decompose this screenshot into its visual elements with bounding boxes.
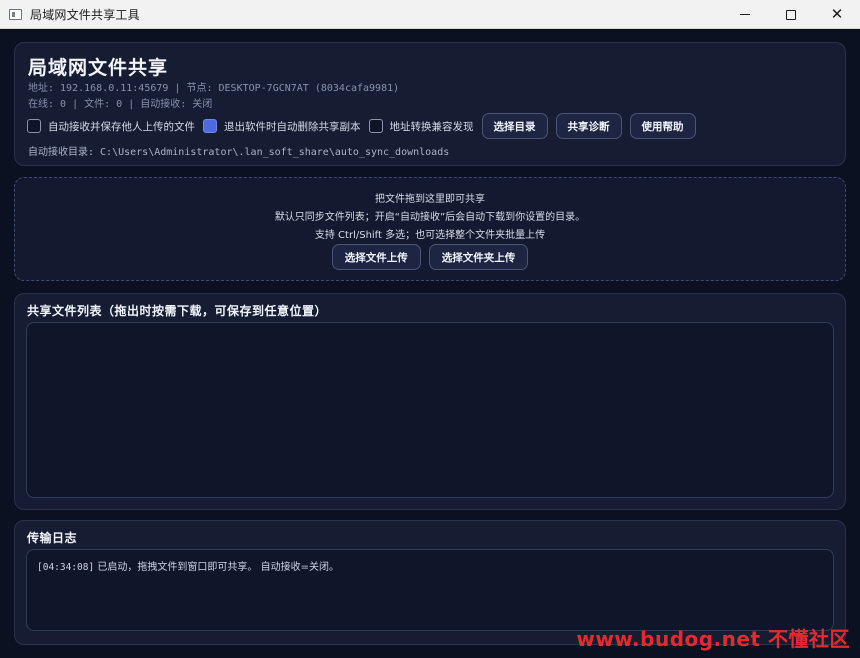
delete-on-exit-checkbox[interactable] xyxy=(203,119,217,133)
header-panel: 局域网文件共享 地址: 192.168.0.11:45679 | 节点: DES… xyxy=(14,42,846,166)
close-icon: ✕ xyxy=(830,5,844,23)
minimize-icon xyxy=(740,14,750,15)
auto-receive-checkbox[interactable] xyxy=(27,119,41,133)
drop-zone-multiselect-hint: 支持 Ctrl/Shift 多选；也可选择整个文件夹批量上传 xyxy=(314,230,546,241)
window-controls: ✕ xyxy=(722,0,860,29)
drop-zone-buttons: 选择文件上传 选择文件夹上传 xyxy=(15,244,845,270)
delete-on-exit-label[interactable]: 退出软件时自动删除共享副本 xyxy=(224,119,361,134)
help-button[interactable]: 使用帮助 xyxy=(629,113,696,139)
log-entry-time: [04:34:08] xyxy=(37,562,95,573)
drop-zone[interactable]: 把文件拖到这里即可共享 默认只同步文件列表；开启“自动接收”后会自动下载到你设置… xyxy=(14,177,846,281)
shared-file-list[interactable] xyxy=(26,322,834,498)
status-line: 在线: 0 | 文件: 0 | 自动接收: 关闭 xyxy=(28,99,213,110)
maximize-button[interactable] xyxy=(768,0,814,29)
window-title: 局域网文件共享工具 xyxy=(30,7,140,22)
share-diagnose-button[interactable]: 共享诊断 xyxy=(555,113,622,139)
window-titlebar[interactable]: 局域网文件共享工具 ✕ xyxy=(0,0,860,29)
drop-zone-hint: 默认只同步文件列表；开启“自动接收”后会自动下载到你设置的目录。 xyxy=(274,212,586,223)
select-dir-button[interactable]: 选择目录 xyxy=(481,113,548,139)
log-entry: [04:34:08] 已启动，拖拽文件到窗口即可共享。 自动接收=关闭。 xyxy=(37,558,339,573)
app-icon xyxy=(9,8,22,20)
minimize-button[interactable] xyxy=(722,0,768,29)
watermark: www.budog.net 不懂社区 xyxy=(576,627,850,651)
upload-file-button[interactable]: 选择文件上传 xyxy=(331,244,421,270)
address-line: 地址: 192.168.0.11:45679 | 节点: DESKTOP-7GC… xyxy=(28,83,400,94)
address-compat-label[interactable]: 地址转换兼容发现 xyxy=(390,119,474,134)
auto-receive-label[interactable]: 自动接收并保存他人上传的文件 xyxy=(48,119,195,134)
log-box[interactable]: [04:34:08] 已启动，拖拽文件到窗口即可共享。 自动接收=关闭。 xyxy=(26,549,834,631)
close-button[interactable]: ✕ xyxy=(814,0,860,29)
address-compat-checkbox[interactable] xyxy=(368,119,383,133)
drop-zone-title: 把文件拖到这里即可共享 xyxy=(375,194,485,205)
log-title: 传输日志 xyxy=(27,531,78,545)
options-row: 自动接收并保存他人上传的文件 退出软件时自动删除共享副本 地址转换兼容发现 选择… xyxy=(27,113,704,139)
upload-folder-button[interactable]: 选择文件夹上传 xyxy=(428,244,529,270)
shared-files-title: 共享文件列表（拖出时按需下载，可保存到任意位置） xyxy=(27,304,328,318)
page-title: 局域网文件共享 xyxy=(28,57,169,79)
shared-files-panel: 共享文件列表（拖出时按需下载，可保存到任意位置） xyxy=(14,293,846,510)
auto-receive-dir: 自动接收目录: C:\Users\Administrator\.lan_soft… xyxy=(28,147,450,158)
maximize-icon xyxy=(786,9,796,20)
log-entry-message: 已启动，拖拽文件到窗口即可共享。 自动接收=关闭。 xyxy=(97,562,339,573)
